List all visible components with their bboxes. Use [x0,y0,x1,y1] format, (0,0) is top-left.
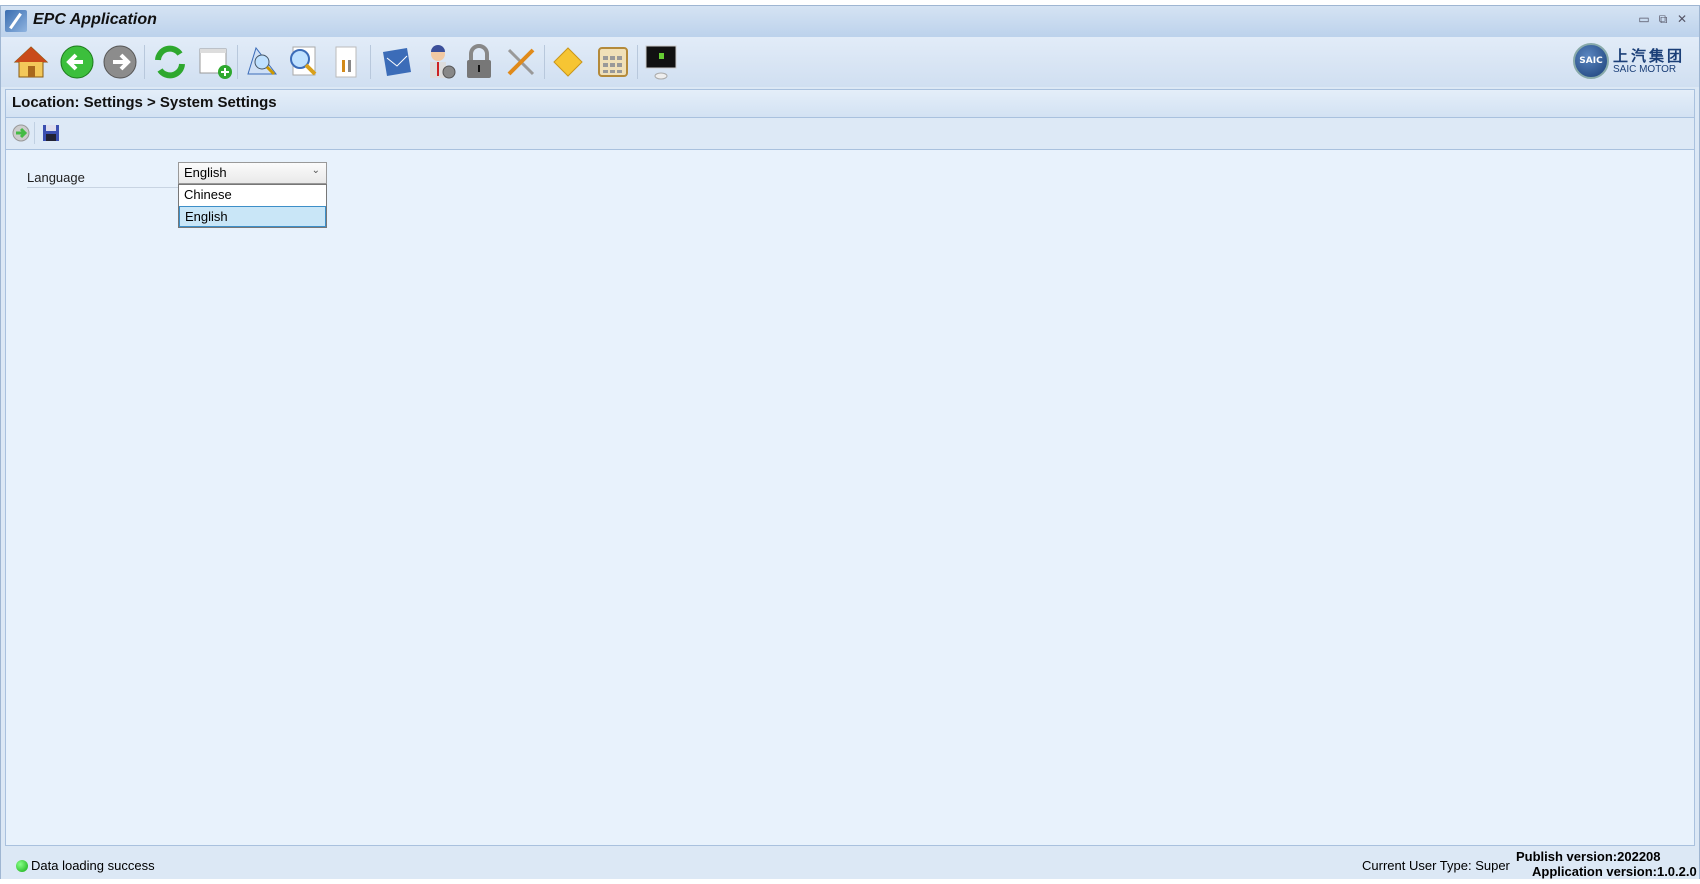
monitor-lock-icon [645,45,677,80]
publish-version: Publish version:202208 [1516,849,1661,864]
breadcrumb: Location: Settings > System Settings [5,89,1695,118]
refresh-button[interactable] [151,43,189,81]
settings-panel: Language English ⌄ Chinese English [5,149,1695,846]
tools-document-icon [335,46,357,78]
app-window: EPC Application ▭ ⧉ ✕ SAIC 上汽集团 SAIC MOTO… [0,5,1700,879]
back-arrow-icon [60,45,94,79]
monitor-button[interactable] [642,43,680,81]
toolbar-separator [637,45,638,79]
toolbar-separator [544,45,545,79]
note-button[interactable] [549,43,587,81]
toolbar-separator [34,122,35,144]
lock-icon [467,44,491,78]
save-disk-icon [43,125,59,141]
gear-arrow-icon [12,124,30,142]
save-button[interactable] [41,123,61,147]
language-select-value: English [184,165,227,180]
main-toolbar: SAIC 上汽集团 SAIC MOTOR [1,37,1699,87]
catalog-search-icon [247,46,278,76]
back-button[interactable] [58,43,96,81]
language-label: Language [27,170,182,188]
apply-button[interactable] [11,123,31,147]
chevron-down-icon: ⌄ [311,165,320,176]
map-button[interactable] [378,43,416,81]
status-message: Data loading success [31,858,155,873]
title-bar: EPC Application ▭ ⧉ ✕ [1,6,1699,37]
wrench-screwdriver-icon [507,48,535,76]
toolbar-separator [144,45,145,79]
toolbar-separator [237,45,238,79]
saic-logo: SAIC 上汽集团 SAIC MOTOR [1572,43,1685,79]
status-bar: Data loading success Current User Type: … [1,846,1699,879]
minimize-button[interactable]: ▭ [1637,12,1651,26]
new-window-button[interactable] [196,43,234,81]
forward-button[interactable] [101,43,139,81]
tools-document-button[interactable] [327,43,365,81]
language-select[interactable]: English ⌄ [178,162,327,184]
catalog-search-button[interactable] [243,43,281,81]
calculator-button[interactable] [594,43,632,81]
forward-arrow-icon [103,45,137,79]
tools-button[interactable] [502,43,540,81]
user-type: Current User Type: Super [1362,858,1510,873]
new-window-icon [199,48,232,79]
part-search-button[interactable] [284,43,322,81]
option-english[interactable]: English [179,206,326,227]
application-version: Application version:1.0.2.0 [1532,864,1697,879]
note-icon [553,47,583,77]
toolbar-separator [370,45,371,79]
app-logo-icon [5,10,27,32]
user-settings-button[interactable] [421,43,459,81]
sub-toolbar [5,118,1695,149]
close-button[interactable]: ✕ [1675,12,1689,26]
language-dropdown-list: Chinese English [178,184,327,228]
option-chinese[interactable]: Chinese [179,185,326,206]
saic-badge-icon: SAIC [1572,43,1609,79]
window-title: EPC Application [33,11,157,28]
lock-button[interactable] [460,43,498,81]
map-icon [383,48,411,76]
logo-chinese-text: 上汽集团 [1612,46,1685,65]
magnifier-document-icon [290,46,317,76]
refresh-icon [155,45,185,79]
logo-english-text: SAIC MOTOR [1612,63,1677,75]
user-gear-icon [430,45,456,79]
restore-button[interactable]: ⧉ [1656,12,1670,26]
home-icon [13,46,49,78]
success-indicator-icon [16,860,28,872]
calculator-icon [598,47,628,77]
home-button[interactable] [12,43,50,81]
